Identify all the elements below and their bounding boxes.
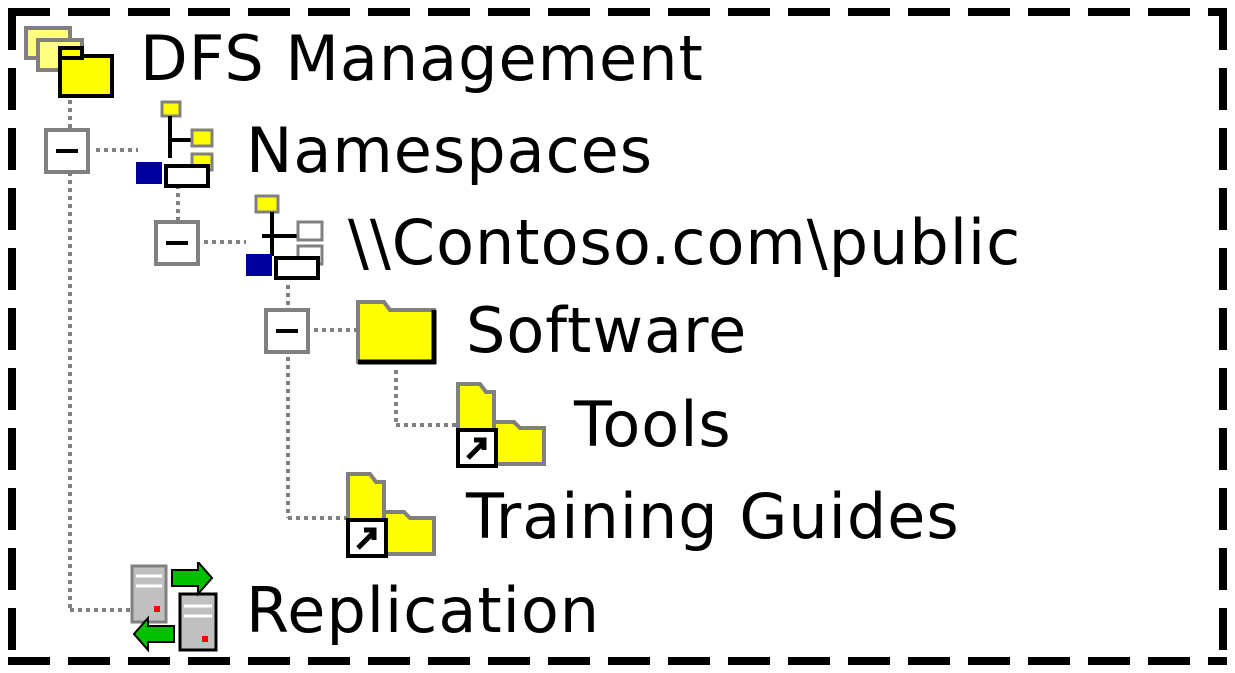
tree-item-training-guides[interactable]: Training Guides bbox=[466, 486, 960, 548]
collapse-software-toggle[interactable] bbox=[264, 308, 310, 354]
folder-icon bbox=[354, 290, 438, 373]
tree-item-namespace-root[interactable]: \\Contoso.com\public bbox=[348, 212, 1021, 274]
tree-item-dfs-management[interactable]: DFS Management bbox=[140, 28, 704, 90]
folder-link-icon bbox=[344, 468, 440, 565]
replication-icon bbox=[128, 559, 224, 659]
folder-link-icon bbox=[454, 378, 550, 475]
dfs-management-icon bbox=[20, 18, 115, 105]
namespace-root-icon bbox=[246, 192, 330, 289]
namespaces-icon bbox=[136, 100, 220, 197]
tree-item-software[interactable]: Software bbox=[466, 300, 747, 362]
tree-item-namespaces[interactable]: Namespaces bbox=[246, 120, 653, 182]
tree-item-tools[interactable]: Tools bbox=[574, 394, 732, 456]
collapse-namespace-toggle[interactable] bbox=[154, 220, 200, 266]
tree-item-replication[interactable]: Replication bbox=[246, 580, 600, 642]
collapse-namespaces-toggle[interactable] bbox=[44, 128, 90, 174]
